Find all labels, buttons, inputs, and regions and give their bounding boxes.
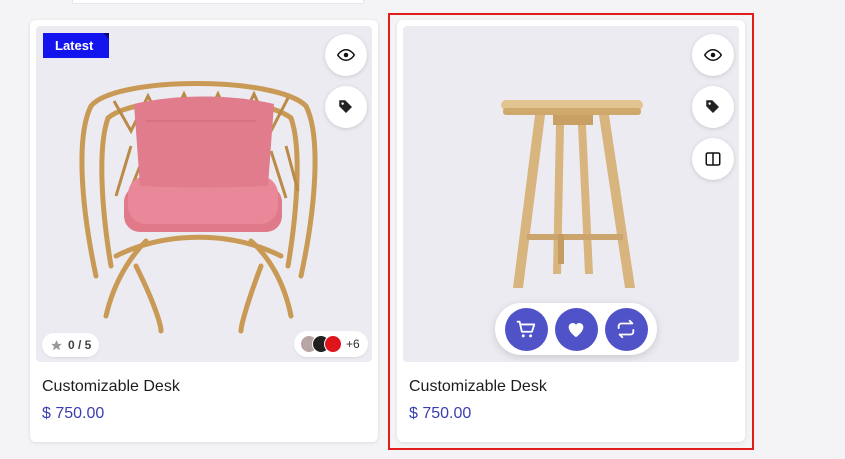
badge-fold-decoration xyxy=(103,33,109,39)
compare-icon xyxy=(705,152,721,166)
tag-icon xyxy=(339,100,352,113)
tag-button[interactable] xyxy=(692,86,734,128)
product-price: $ 750.00 xyxy=(409,405,472,422)
product-title[interactable]: Customizable Desk xyxy=(409,378,547,396)
tag-button[interactable] xyxy=(325,86,367,128)
product-image-area[interactable] xyxy=(403,26,739,362)
wishlist-button[interactable] xyxy=(554,307,598,351)
compare-button[interactable] xyxy=(692,138,734,180)
product-image-area[interactable]: Latest 0 / 5 +6 xyxy=(36,26,372,362)
more-colors-count[interactable]: +6 xyxy=(346,337,360,351)
product-title[interactable]: Customizable Desk xyxy=(42,378,180,396)
cart-icon xyxy=(516,320,536,338)
eye-icon xyxy=(337,48,355,62)
product-action-bar xyxy=(495,303,657,355)
product-price: $ 750.00 xyxy=(42,405,105,422)
rating-text: 0 / 5 xyxy=(68,338,92,352)
star-icon xyxy=(51,339,62,350)
armchair-image xyxy=(79,81,318,334)
product-card[interactable]: Customizable Desk $ 750.00 xyxy=(397,20,745,442)
product-card[interactable]: Latest 0 / 5 +6 Customizable Desk $ 750.… xyxy=(30,20,378,442)
heart-icon xyxy=(568,323,584,338)
eye-icon xyxy=(704,48,722,62)
color-swatch[interactable] xyxy=(324,335,342,353)
repeat-icon xyxy=(617,319,635,339)
quick-view-button[interactable] xyxy=(325,34,367,76)
compare-action-button[interactable] xyxy=(604,307,648,351)
latest-badge: Latest xyxy=(43,33,109,58)
add-to-cart-button[interactable] xyxy=(504,307,548,351)
previous-card-edge xyxy=(72,0,364,4)
quick-view-button[interactable] xyxy=(692,34,734,76)
color-swatches[interactable]: +6 xyxy=(294,331,368,357)
tag-icon xyxy=(706,100,719,113)
rating-pill: 0 / 5 xyxy=(42,333,100,357)
